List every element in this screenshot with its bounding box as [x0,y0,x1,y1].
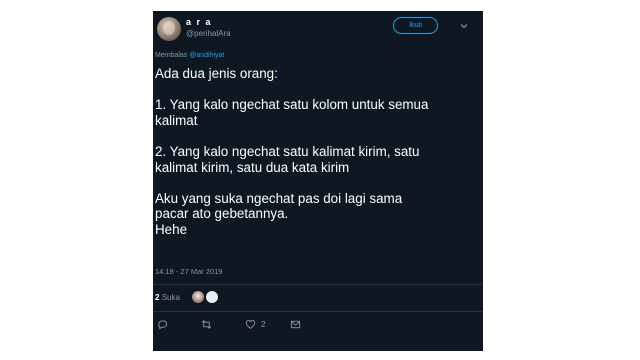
display-name[interactable]: a r a [186,17,212,27]
reply-mention-link[interactable]: @andihiyat [189,52,224,59]
tweet-text-line: Ada dua jenis orang: [155,66,278,81]
reply-prefix: Membalas [155,52,188,59]
tweet-text-line: Hehe [155,221,188,237]
tweet-text-line: Aku yang suka ngechat pas doi lagi sama [155,190,403,206]
likes-summary[interactable]: 2 Suka [155,293,180,302]
user-handle[interactable]: @perihalAra [186,29,231,38]
divider [153,284,483,285]
chevron-down-icon[interactable] [459,21,469,31]
reply-icon[interactable] [157,319,168,330]
liker-avatar[interactable] [205,290,219,304]
reply-context: Membalas @andihiyat [155,52,224,59]
retweet-icon[interactable] [201,319,212,330]
liker-avatar[interactable] [191,290,205,304]
tweet-text-line: pacar ato gebetannya. [155,206,289,222]
mail-icon[interactable] [290,319,301,330]
user-avatar[interactable] [157,17,181,41]
likes-number: 2 [155,293,160,302]
divider [153,311,483,312]
tweet-text-line: kalimat [155,112,198,128]
tweet-text-line: kalimat kirim, satu dua kata kirim [155,159,350,175]
like-action-count: 2 [261,320,266,329]
tweet-text: Ada dua jenis orang: 1. Yang kalo ngecha… [155,66,475,238]
likes-label: Suka [161,293,180,302]
heart-icon[interactable] [245,319,256,330]
tweet-card: a r a @perihalAra Ikuti Membalas @andihi… [153,11,483,351]
tweet-timestamp[interactable]: 14.18 - 27 Mar 2019 [155,267,223,276]
tweet-text-line: 2. Yang kalo ngechat satu kalimat kirim,… [155,143,420,159]
follow-button[interactable]: Ikuti [393,17,438,34]
tweet-text-line: 1. Yang kalo ngechat satu kolom untuk se… [155,97,429,113]
tweet-actions: 2 [153,316,483,336]
